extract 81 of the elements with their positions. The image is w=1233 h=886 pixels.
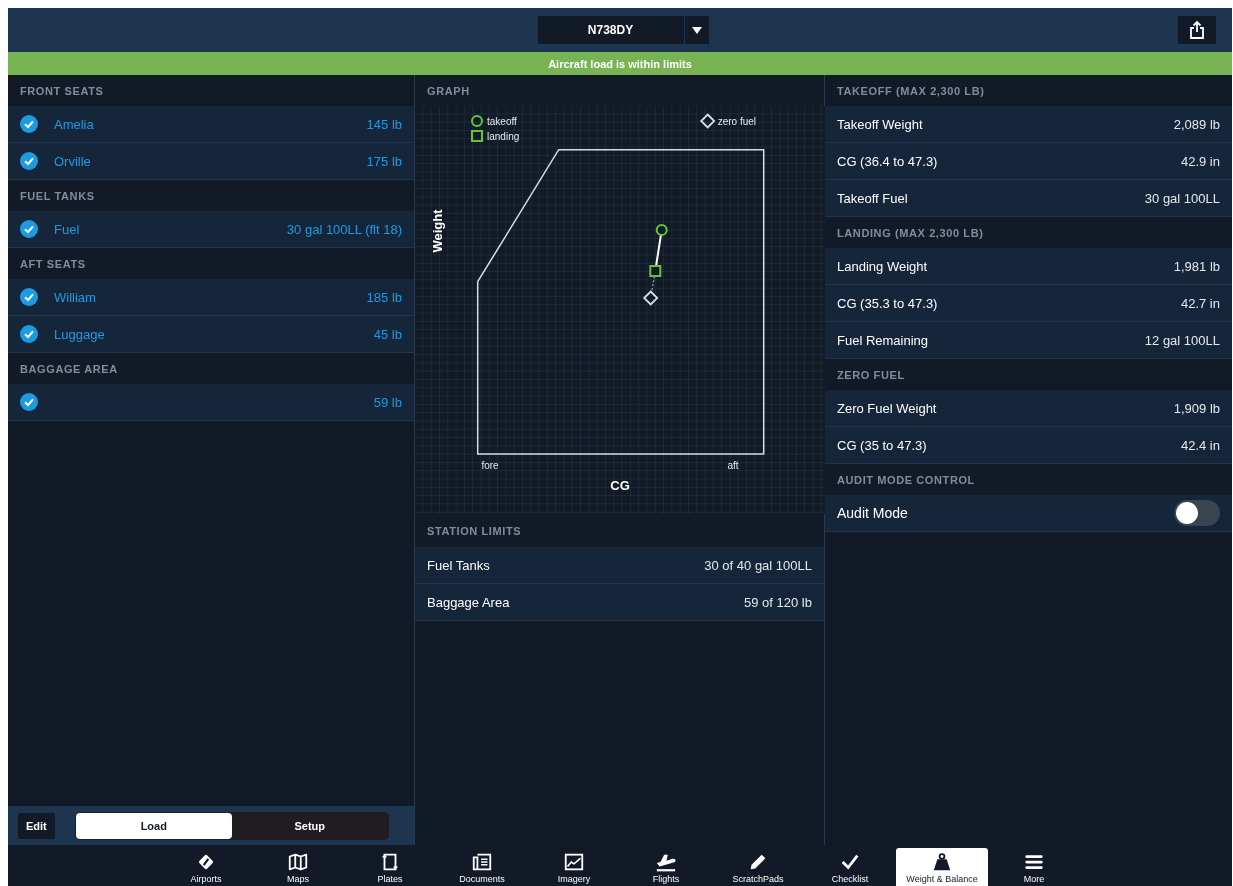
tab-bar-item[interactable]: Weight & Balance <box>896 848 988 886</box>
weight-icon <box>931 851 953 873</box>
row-value: 42.4 in <box>1180 437 1220 453</box>
row-value: 59 of 120 lb <box>744 594 812 610</box>
square-marker-icon <box>471 130 483 142</box>
person-name: Luggage <box>54 326 105 342</box>
row-value: 42.7 in <box>1180 295 1220 311</box>
share-icon <box>1189 21 1205 39</box>
tab-bar-item[interactable]: Imagery <box>528 845 620 886</box>
documents-icon <box>471 851 493 873</box>
tab-bar-item[interactable]: Maps <box>252 845 344 886</box>
diamond-marker-icon <box>699 113 716 129</box>
segment-tab[interactable]: Load <box>75 812 232 839</box>
load-row[interactable]: Amelia 145 lb <box>8 106 414 143</box>
axis-label: Weight <box>429 209 445 253</box>
caret-icon <box>691 26 702 34</box>
load-value: 30 gal 100LL (flt 18) <box>286 221 402 237</box>
row-value: 2,089 lb <box>1173 116 1220 132</box>
person-name: William <box>54 289 96 305</box>
load-row[interactable]: Luggage 45 lb <box>8 316 414 353</box>
row-label: Takeoff Fuel <box>837 190 908 206</box>
dropdown-button[interactable] <box>684 16 709 44</box>
load-row[interactable]: Fuel 30 gal 100LL (flt 18) <box>8 211 414 248</box>
takeoff-point <box>655 224 668 236</box>
row-label: Audit Mode <box>837 505 908 521</box>
share-button[interactable] <box>1178 16 1216 44</box>
legend-label: zero fuel <box>717 116 757 127</box>
load-value: 45 lb <box>373 326 402 342</box>
row-label: Baggage Area <box>427 594 510 610</box>
axis-end-label: aft <box>727 460 739 471</box>
tab-bar-item[interactable]: Documents <box>436 845 528 886</box>
checked-icon[interactable] <box>20 393 38 411</box>
row-label: Fuel Tanks <box>427 557 490 573</box>
load-value: 175 lb <box>366 153 402 169</box>
row-value: 30 gal 100LL <box>1144 190 1220 206</box>
row-value: 1,981 lb <box>1173 258 1220 274</box>
axis-label: CG <box>610 478 630 493</box>
legend-label: landing <box>487 131 520 142</box>
tab-bar-item[interactable]: Checklist <box>804 845 896 886</box>
load-row[interactable]: Orville 175 lb <box>8 143 414 180</box>
tab-bar-item[interactable]: More <box>988 845 1080 886</box>
load-value: 145 lb <box>366 116 402 132</box>
zero-fuel-point <box>642 290 659 306</box>
row-value: 12 gal 100LL <box>1144 332 1220 348</box>
checked-icon[interactable] <box>20 220 38 238</box>
landing-point <box>649 265 662 277</box>
row-label: Takeoff Weight <box>837 116 923 132</box>
chart-image-icon <box>563 851 585 873</box>
toggle-switch[interactable] <box>1174 500 1220 526</box>
row-label: Zero Fuel Weight <box>837 400 937 416</box>
row-label: CG (36.4 to 47.3) <box>837 153 938 169</box>
load-value: 59 lb <box>373 394 402 410</box>
load-value: 185 lb <box>366 289 402 305</box>
aircraft-selector[interactable]: N738DY <box>537 16 684 44</box>
row-value: 42.9 in <box>1180 153 1220 169</box>
load-row[interactable]: 59 lb <box>8 384 414 421</box>
circle-marker-icon <box>471 115 483 127</box>
checked-icon[interactable] <box>20 325 38 343</box>
status-banner: Aircraft load is within limits <box>8 52 1232 75</box>
axis-end-label: fore <box>481 460 499 471</box>
map-icon <box>287 851 309 873</box>
checked-icon[interactable] <box>20 115 38 133</box>
checked-icon[interactable] <box>20 152 38 170</box>
row-value: 1,909 lb <box>1173 400 1220 416</box>
load-row[interactable]: William 185 lb <box>8 279 414 316</box>
row-label: CG (35.3 to 47.3) <box>837 295 938 311</box>
row-label: Landing Weight <box>837 258 928 274</box>
legend-label: takeoff <box>487 116 517 127</box>
tab-bar-item[interactable]: ScratchPads <box>712 845 804 886</box>
row-value: 30 of 40 gal 100LL <box>704 557 812 573</box>
person-name: Amelia <box>54 116 94 132</box>
tab-bar-item[interactable]: Plates <box>344 845 436 886</box>
row-label: Fuel Remaining <box>837 332 929 348</box>
person-name: Orville <box>54 153 91 169</box>
edit-button[interactable]: Edit <box>18 812 55 839</box>
tab-bar-item[interactable]: Flights <box>620 845 712 886</box>
person-name: Fuel <box>54 221 80 237</box>
checked-icon[interactable] <box>20 288 38 306</box>
row-label: CG (35 to 47.3) <box>837 437 927 453</box>
tab-bar-item[interactable]: Airports <box>160 845 252 886</box>
segment-tab[interactable]: Setup <box>231 812 388 839</box>
